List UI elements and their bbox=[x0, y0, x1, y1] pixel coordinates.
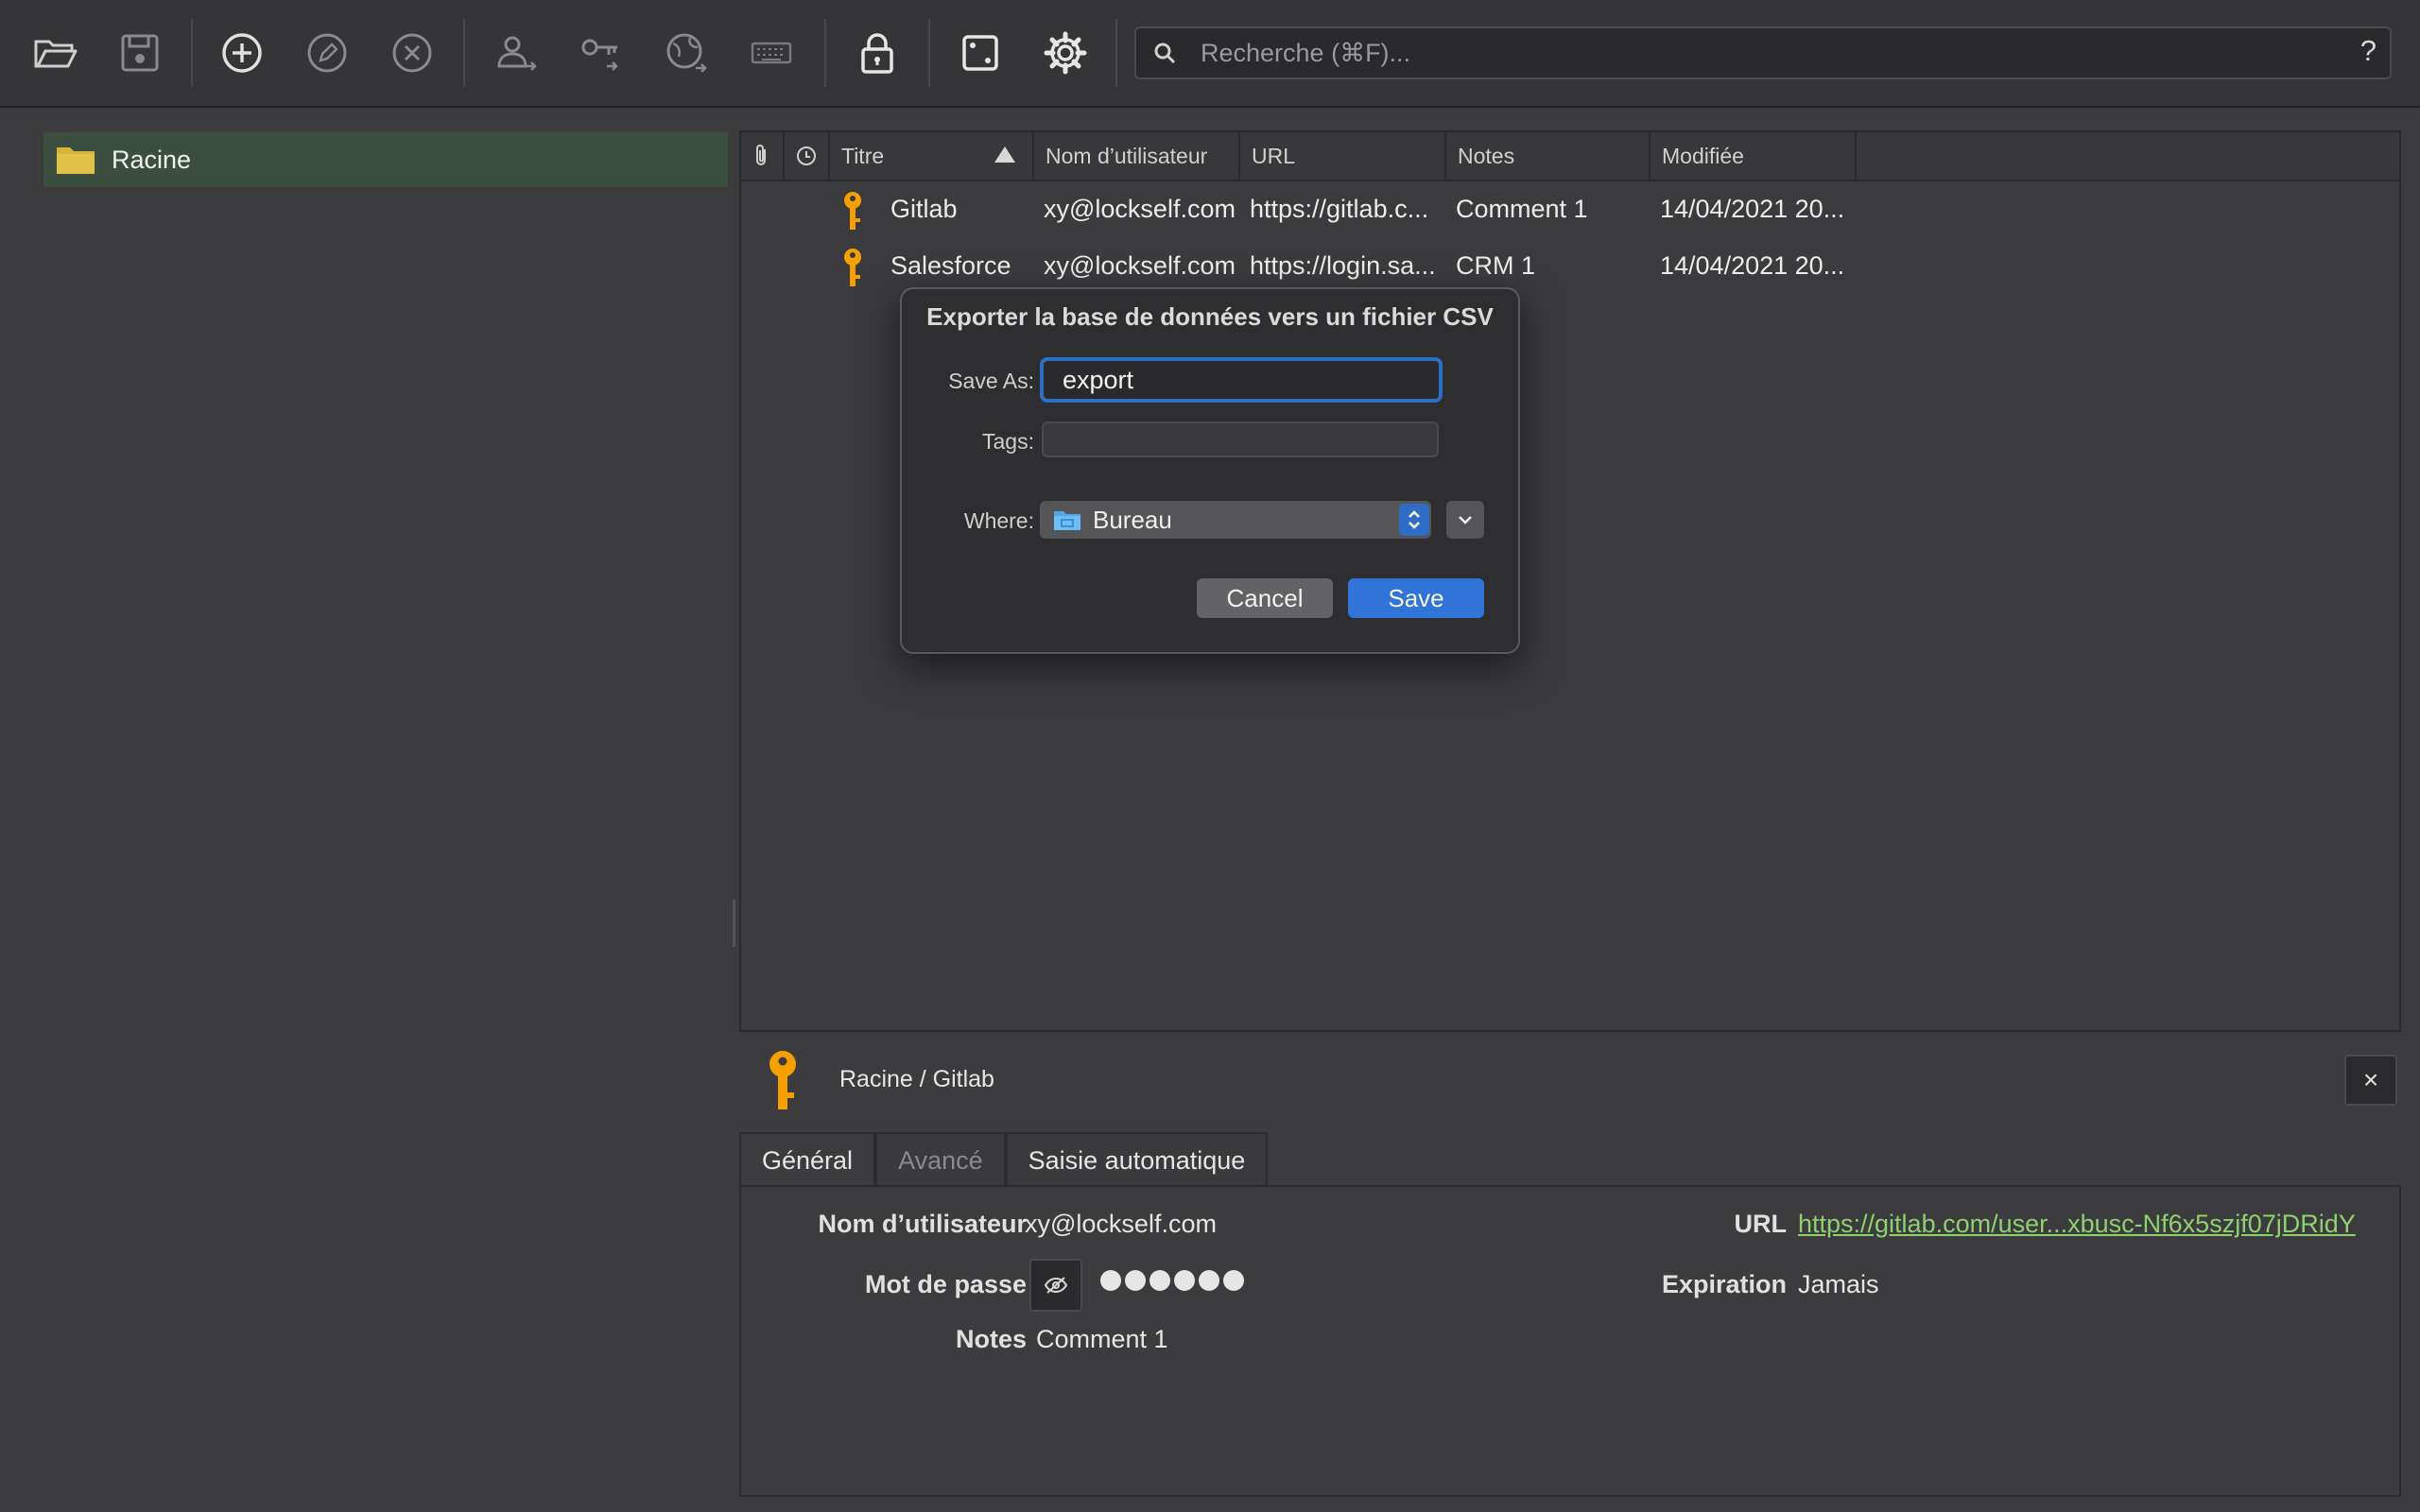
column-label: Notes bbox=[1458, 143, 1515, 168]
entry-title: Gitlab bbox=[890, 194, 958, 223]
cancel-button[interactable]: Cancel bbox=[1197, 578, 1333, 618]
toolbar-separator bbox=[463, 19, 465, 87]
delete-entry-icon[interactable] bbox=[378, 19, 446, 87]
entry-detail-body: Nom d’utilisateur xy@lockself.com Mot de… bbox=[739, 1185, 2401, 1497]
title-column-header[interactable]: Titre bbox=[830, 132, 1034, 180]
pane-splitter[interactable] bbox=[733, 900, 735, 947]
entry-detail-header: Racine / Gitlab × bbox=[739, 1040, 2401, 1128]
username-label: Nom d’utilisateur bbox=[818, 1210, 1027, 1238]
open-url-icon[interactable] bbox=[652, 19, 720, 87]
notes-value: Comment 1 bbox=[1036, 1325, 1168, 1353]
entry-key-icon bbox=[844, 192, 861, 230]
notes-column-header[interactable]: Notes bbox=[1446, 132, 1651, 180]
toolbar-separator bbox=[191, 19, 193, 87]
chevron-down-icon bbox=[1459, 516, 1472, 524]
export-csv-dialog: Exporter la base de données vers un fich… bbox=[900, 287, 1520, 654]
url-link[interactable]: https://gitlab.com/user...xbusc-Nf6x5szj… bbox=[1798, 1210, 2356, 1239]
search-input[interactable] bbox=[1201, 34, 2288, 72]
copy-username-icon[interactable] bbox=[482, 19, 550, 87]
entry-modified: 14/04/2021 20... bbox=[1660, 250, 1845, 280]
password-dot bbox=[1223, 1270, 1244, 1291]
username-value[interactable]: xy@lockself.com bbox=[1025, 1210, 1217, 1239]
url-label: URL bbox=[1734, 1210, 1788, 1238]
copy-password-icon[interactable] bbox=[567, 19, 635, 87]
password-label: Mot de passe bbox=[864, 1270, 1027, 1298]
tags-label: Tags: bbox=[982, 429, 1034, 454]
search-box: ? bbox=[1134, 26, 2392, 79]
toggle-password-visibility-button[interactable] bbox=[1029, 1259, 1082, 1312]
open-folder-icon[interactable] bbox=[21, 19, 89, 87]
expand-dialog-button[interactable] bbox=[1446, 501, 1484, 539]
entry-url: https://login.sa... bbox=[1250, 250, 1436, 280]
password-generator-dice-icon[interactable] bbox=[946, 19, 1014, 87]
password-dot bbox=[1125, 1270, 1146, 1291]
entry-notes: CRM 1 bbox=[1456, 250, 1536, 280]
tab-autotype[interactable]: Saisie automatique bbox=[1005, 1132, 1269, 1187]
column-label: Nom d’utilisateur bbox=[1046, 143, 1208, 168]
where-label: Where: bbox=[963, 508, 1034, 533]
detail-tabs: Général Avancé Saisie automatique bbox=[739, 1132, 1269, 1187]
password-dot bbox=[1100, 1270, 1121, 1291]
add-entry-icon[interactable] bbox=[208, 19, 276, 87]
entry-path: Racine / Gitlab bbox=[839, 1066, 994, 1092]
table-row[interactable]: Salesforce xy@lockself.com https://login… bbox=[741, 238, 2399, 293]
tags-input[interactable] bbox=[1042, 421, 1439, 457]
expiration-label: Expiration bbox=[1661, 1270, 1787, 1298]
where-value: Bureau bbox=[1093, 505, 1172, 534]
save-as-input[interactable] bbox=[1040, 357, 1443, 403]
help-button[interactable]: ? bbox=[2360, 34, 2377, 68]
entry-notes: Comment 1 bbox=[1456, 194, 1588, 223]
entry-key-icon bbox=[769, 1051, 796, 1109]
entry-title: Salesforce bbox=[890, 250, 1011, 280]
clock-icon bbox=[797, 146, 816, 165]
where-location-select[interactable]: Bureau bbox=[1040, 501, 1431, 539]
entry-modified: 14/04/2021 20... bbox=[1660, 194, 1845, 223]
sidebar-item-label: Racine bbox=[112, 145, 192, 174]
username-column-header[interactable]: Nom d’utilisateur bbox=[1034, 132, 1240, 180]
dialog-title: Exporter la base de données vers un fich… bbox=[926, 302, 1494, 331]
sidebar-item-root[interactable]: Racine bbox=[43, 132, 728, 187]
autotype-keyboard-icon[interactable] bbox=[737, 19, 805, 87]
password-dot bbox=[1199, 1270, 1219, 1291]
column-label: Titre bbox=[841, 143, 885, 168]
search-icon bbox=[1154, 43, 1176, 64]
entry-key-icon bbox=[844, 249, 861, 286]
table-header: Titre Nom d’utilisateur URL Notes Modifi… bbox=[741, 132, 2399, 181]
table-row[interactable]: Gitlab xy@lockself.com https://gitlab.c.… bbox=[741, 181, 2399, 236]
password-dot bbox=[1150, 1270, 1170, 1291]
entry-url: https://gitlab.c... bbox=[1250, 194, 1429, 223]
save-button[interactable]: Save bbox=[1348, 578, 1484, 618]
toolbar: ? bbox=[0, 0, 2420, 108]
group-sidebar: Racine bbox=[0, 110, 741, 1512]
url-column-header[interactable]: URL bbox=[1240, 132, 1446, 180]
modified-column-header[interactable]: Modifiée bbox=[1651, 132, 1857, 180]
close-detail-button[interactable]: × bbox=[2344, 1055, 2397, 1106]
toolbar-separator bbox=[1115, 19, 1117, 87]
eye-hidden-icon bbox=[1044, 1277, 1068, 1294]
password-dot bbox=[1174, 1270, 1195, 1291]
expiry-column-header[interactable] bbox=[785, 132, 830, 180]
password-masked-value[interactable] bbox=[1100, 1270, 1244, 1291]
sort-ascending-icon bbox=[994, 146, 1015, 163]
expiration-value: Jamais bbox=[1798, 1270, 1879, 1298]
attachment-column-header[interactable] bbox=[741, 132, 785, 180]
notes-label: Notes bbox=[955, 1325, 1027, 1353]
settings-gear-icon[interactable] bbox=[1031, 19, 1099, 87]
tab-advanced[interactable]: Avancé bbox=[875, 1132, 1006, 1187]
edit-entry-icon[interactable] bbox=[293, 19, 361, 87]
tab-general[interactable]: Général bbox=[739, 1132, 876, 1187]
column-label: Modifiée bbox=[1662, 143, 1744, 168]
toolbar-separator bbox=[824, 19, 826, 87]
paperclip-icon bbox=[756, 145, 766, 165]
entry-username: xy@lockself.com bbox=[1044, 194, 1236, 223]
entry-username: xy@lockself.com bbox=[1044, 250, 1236, 280]
lock-icon[interactable] bbox=[843, 19, 911, 87]
save-disk-icon[interactable] bbox=[106, 19, 174, 87]
desktop-folder-icon bbox=[1054, 511, 1080, 530]
folder-icon bbox=[57, 147, 95, 174]
column-label: URL bbox=[1252, 143, 1296, 168]
select-stepper-icon bbox=[1399, 504, 1429, 536]
toolbar-separator bbox=[928, 19, 930, 87]
save-as-label: Save As: bbox=[948, 369, 1034, 393]
